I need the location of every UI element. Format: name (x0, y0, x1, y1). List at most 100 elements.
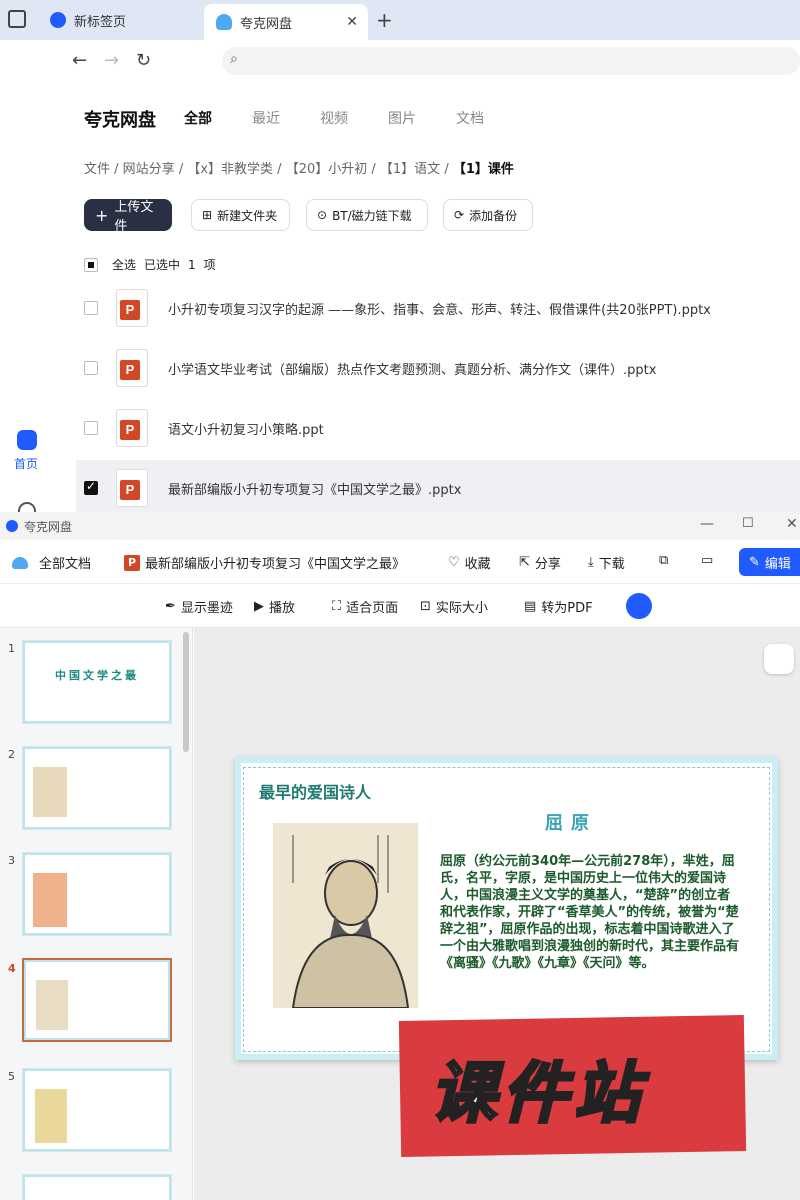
reload-icon[interactable]: ↻ (136, 50, 151, 71)
upload-button[interactable]: + 上传文件 (84, 199, 172, 234)
breadcrumb-item[interactable]: 【1】语文 (380, 162, 440, 177)
backup-icon: ⟳ (454, 208, 465, 222)
breadcrumb-item[interactable]: 网站分享 (123, 162, 175, 177)
new-folder-label: 新建文件夹 (217, 208, 278, 223)
slide-body-text: 屈原（约公元前340年—公元前278年），芈姓，屈氏，名平，字原，是中国历史上一… (440, 854, 740, 971)
thumb-title: 中国文学之最 (55, 669, 139, 682)
file-name[interactable]: 小升初专项复习汉字的起源 ——象形、指事、会意、形声、转注、假借课件(共20张P… (168, 299, 711, 318)
actual-size-label: 实际大小 (435, 601, 488, 616)
minimize-icon[interactable]: — (700, 516, 714, 532)
thumb-number: 3 (8, 854, 15, 867)
comment-icon[interactable]: ▭ (701, 553, 713, 568)
file-checkbox[interactable] (84, 301, 98, 315)
file-checkbox[interactable] (84, 421, 98, 435)
file-checkbox[interactable] (84, 479, 98, 495)
slide-thumb[interactable] (22, 746, 172, 830)
selection-bar: 全选 已选中 1 项 (84, 256, 216, 273)
breadcrumb: 文件 / 网站分享 / 【x】非教学类 / 【20】小升初 / 【1】语文 / … (84, 162, 514, 177)
breadcrumb-item[interactable]: 【20】小升初 (286, 162, 368, 177)
address-bar[interactable]: ⌕ (222, 47, 800, 75)
breadcrumb-current: 【1】课件 (452, 162, 514, 177)
tab-label: 夸克网盘 (240, 16, 293, 32)
ai-icon[interactable] (626, 593, 652, 619)
convert-pdf-button[interactable]: ▤ 转为PDF (524, 597, 593, 616)
current-slide: 最早的爱国诗人 屈原 屈原（约公元前340年—公元前278年），芈姓，屈氏，名平… (235, 757, 778, 1060)
favorite-button[interactable]: ♡ 收藏 (448, 553, 491, 572)
slide-thumb[interactable]: 中国文学之最 (22, 640, 172, 724)
document-title: P 最新部编版小升初专项复习《中国文学之最》 (124, 553, 405, 572)
convert-pdf-label: 转为PDF (541, 601, 593, 616)
select-all-checkbox[interactable] (84, 257, 98, 272)
slide-thumb-current[interactable] (22, 958, 172, 1042)
backup-label: 添加备份 (469, 208, 518, 223)
show-ink-button[interactable]: ✒ 显示墨迹 (165, 597, 233, 616)
tab-all[interactable]: 全部 (184, 108, 212, 128)
viewer-toolbar: ✒ 显示墨迹 ▶ 播放 ⛶ 适合页面 ⊡ 实际大小 ▤ 转为PDF (0, 584, 800, 628)
selected-prefix: 已选中 (144, 258, 181, 272)
search-icon: ⌕ (230, 51, 238, 67)
thumb-portrait (36, 980, 68, 1030)
download-button[interactable]: ⤓ 下载 (588, 553, 625, 572)
play-button[interactable]: ▶ 播放 (254, 597, 295, 616)
share-icon: ⇱ (519, 555, 530, 570)
cloud-icon (216, 14, 232, 30)
close-icon[interactable]: ✕ (786, 516, 798, 532)
thumb-scrollbar[interactable] (183, 632, 189, 752)
viewer-header: 全部文档 P 最新部编版小升初专项复习《中国文学之最》 ♡ 收藏 ⇱ 分享 ⤓ … (0, 540, 800, 584)
tab-quark-drive[interactable]: 夸克网盘 ✕ (204, 4, 368, 40)
tab-image[interactable]: 图片 (388, 108, 416, 128)
select-all-label[interactable]: 全选 (112, 256, 136, 273)
forward-arrow-icon[interactable]: → (104, 50, 119, 71)
file-row[interactable]: 小学语文毕业考试（部编版）热点作文考题预测、真题分析、满分作文（课件）.pptx (76, 340, 800, 396)
browser-tabbar: 新标签页 夸克网盘 ✕ + (0, 0, 800, 40)
drive-brand: 夸克网盘 (84, 110, 156, 131)
pdf-export-icon[interactable] (764, 644, 794, 674)
file-name[interactable]: 最新部编版小升初专项复习《中国文学之最》.pptx (168, 479, 461, 498)
add-backup-button[interactable]: ⟳ 添加备份 (443, 199, 533, 231)
bt-download-button[interactable]: ⊙ BT/磁力链下载 (306, 199, 428, 231)
close-icon[interactable]: ✕ (346, 14, 358, 30)
file-row[interactable]: 语文小升初复习小策略.ppt (76, 400, 800, 456)
feather-icon: ✒ (165, 599, 176, 614)
fit-page-button[interactable]: ⛶ 适合页面 (332, 597, 398, 616)
breadcrumb-item[interactable]: 文件 (84, 162, 110, 177)
slide-thumb[interactable] (22, 1174, 172, 1200)
file-row-selected[interactable]: 最新部编版小升初专项复习《中国文学之最》.pptx (76, 460, 800, 516)
preview-titlebar: 夸克网盘 — ☐ ✕ (0, 512, 800, 540)
file-name[interactable]: 语文小升初复习小策略.ppt (168, 419, 324, 438)
tab-video[interactable]: 视频 (320, 108, 348, 128)
tab-search-icon[interactable] (8, 10, 26, 28)
back-arrow-icon[interactable]: ← (72, 50, 87, 71)
maximize-icon[interactable]: ☐ (742, 516, 754, 531)
actual-size-button[interactable]: ⊡ 实际大小 (420, 597, 488, 616)
slide-thumb[interactable] (22, 1068, 172, 1152)
quark-logo-icon (6, 520, 18, 532)
tab-new-tab[interactable]: 新标签页 (38, 4, 198, 36)
plus-icon: + (95, 205, 109, 225)
all-docs-button[interactable]: 全部文档 (12, 553, 91, 572)
file-name[interactable]: 小学语文毕业考试（部编版）热点作文考题预测、真题分析、满分作文（课件）.pptx (168, 359, 656, 378)
pptx-file-icon (116, 349, 148, 387)
slide-thumb[interactable] (22, 852, 172, 936)
slide-title: 最早的爱国诗人 (259, 783, 372, 802)
slide-subject-name: 屈原 (545, 813, 597, 834)
tab-document[interactable]: 文档 (456, 108, 484, 128)
thumb-number: 1 (8, 642, 15, 655)
file-checkbox[interactable] (84, 361, 98, 375)
all-docs-label: 全部文档 (39, 557, 92, 572)
new-tab-plus-icon[interactable]: + (376, 8, 393, 32)
download-label: 下载 (598, 557, 625, 572)
share-button[interactable]: ⇱ 分享 (519, 553, 561, 572)
edit-button[interactable]: ✎ 编辑 (739, 548, 800, 576)
download-icon: ⤓ (588, 555, 594, 570)
tab-recent[interactable]: 最近 (252, 108, 280, 128)
new-folder-button[interactable]: ⊞ 新建文件夹 (191, 199, 290, 231)
home-icon[interactable] (17, 430, 37, 450)
breadcrumb-item[interactable]: 【x】非教学类 (187, 162, 273, 177)
home-label[interactable]: 首页 (14, 455, 38, 472)
doc-title-label: 最新部编版小升初专项复习《中国文学之最》 (145, 557, 406, 572)
thumb-number: 2 (8, 748, 15, 761)
file-row[interactable]: 小升初专项复习汉字的起源 ——象形、指事、会意、形声、转注、假借课件(共20张P… (76, 280, 800, 336)
ppt-icon: P (124, 554, 140, 571)
copy-icon[interactable]: ⧉ (659, 553, 668, 568)
